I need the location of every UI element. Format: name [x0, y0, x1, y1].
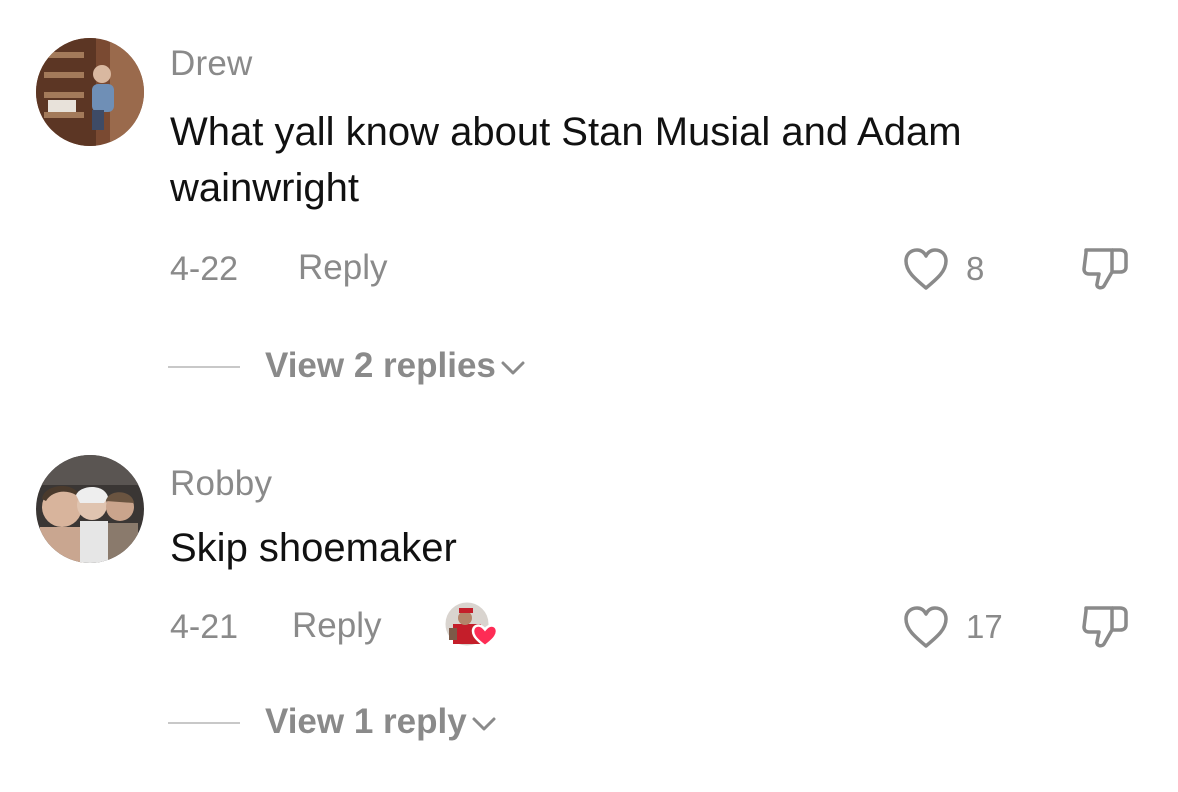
- chevron-down-icon: [472, 717, 496, 731]
- reply-thread-divider: [168, 366, 240, 368]
- view-replies-label: View 1 reply: [265, 702, 467, 741]
- heart-outline-icon: [904, 606, 948, 648]
- avatar[interactable]: [36, 455, 144, 563]
- comment-date: 4-22: [170, 250, 239, 288]
- creator-liked-badge: [443, 600, 501, 650]
- reply-button[interactable]: Reply: [292, 606, 381, 646]
- dislike-button[interactable]: [1080, 600, 1132, 657]
- like-count: 8: [966, 250, 985, 287]
- like-count: 17: [966, 608, 1003, 645]
- comment-item: Drew What yall know about Stan Musial an…: [0, 0, 1178, 400]
- view-replies-label: View 2 replies: [265, 346, 496, 385]
- avatar[interactable]: [36, 38, 144, 146]
- reply-thread-divider: [168, 722, 240, 724]
- thumbs-down-icon: [1082, 248, 1128, 290]
- like-button[interactable]: [902, 246, 950, 297]
- reply-button[interactable]: Reply: [298, 248, 387, 288]
- comment-date: 4-21: [170, 608, 239, 646]
- comment-text: What yall know about Stan Musial and Ada…: [170, 110, 962, 210]
- comment-username[interactable]: Drew: [170, 44, 252, 84]
- thumbs-down-icon: [1082, 606, 1128, 648]
- comment-item: Robby Skip shoemaker 4-21 Reply 17 View …: [0, 420, 1178, 792]
- chevron-down-icon: [501, 361, 525, 375]
- comment-username[interactable]: Robby: [170, 464, 272, 504]
- dislike-button[interactable]: [1080, 242, 1132, 299]
- heart-outline-icon: [904, 248, 948, 290]
- like-button[interactable]: [902, 604, 950, 655]
- comment-text: Skip shoemaker: [170, 526, 457, 570]
